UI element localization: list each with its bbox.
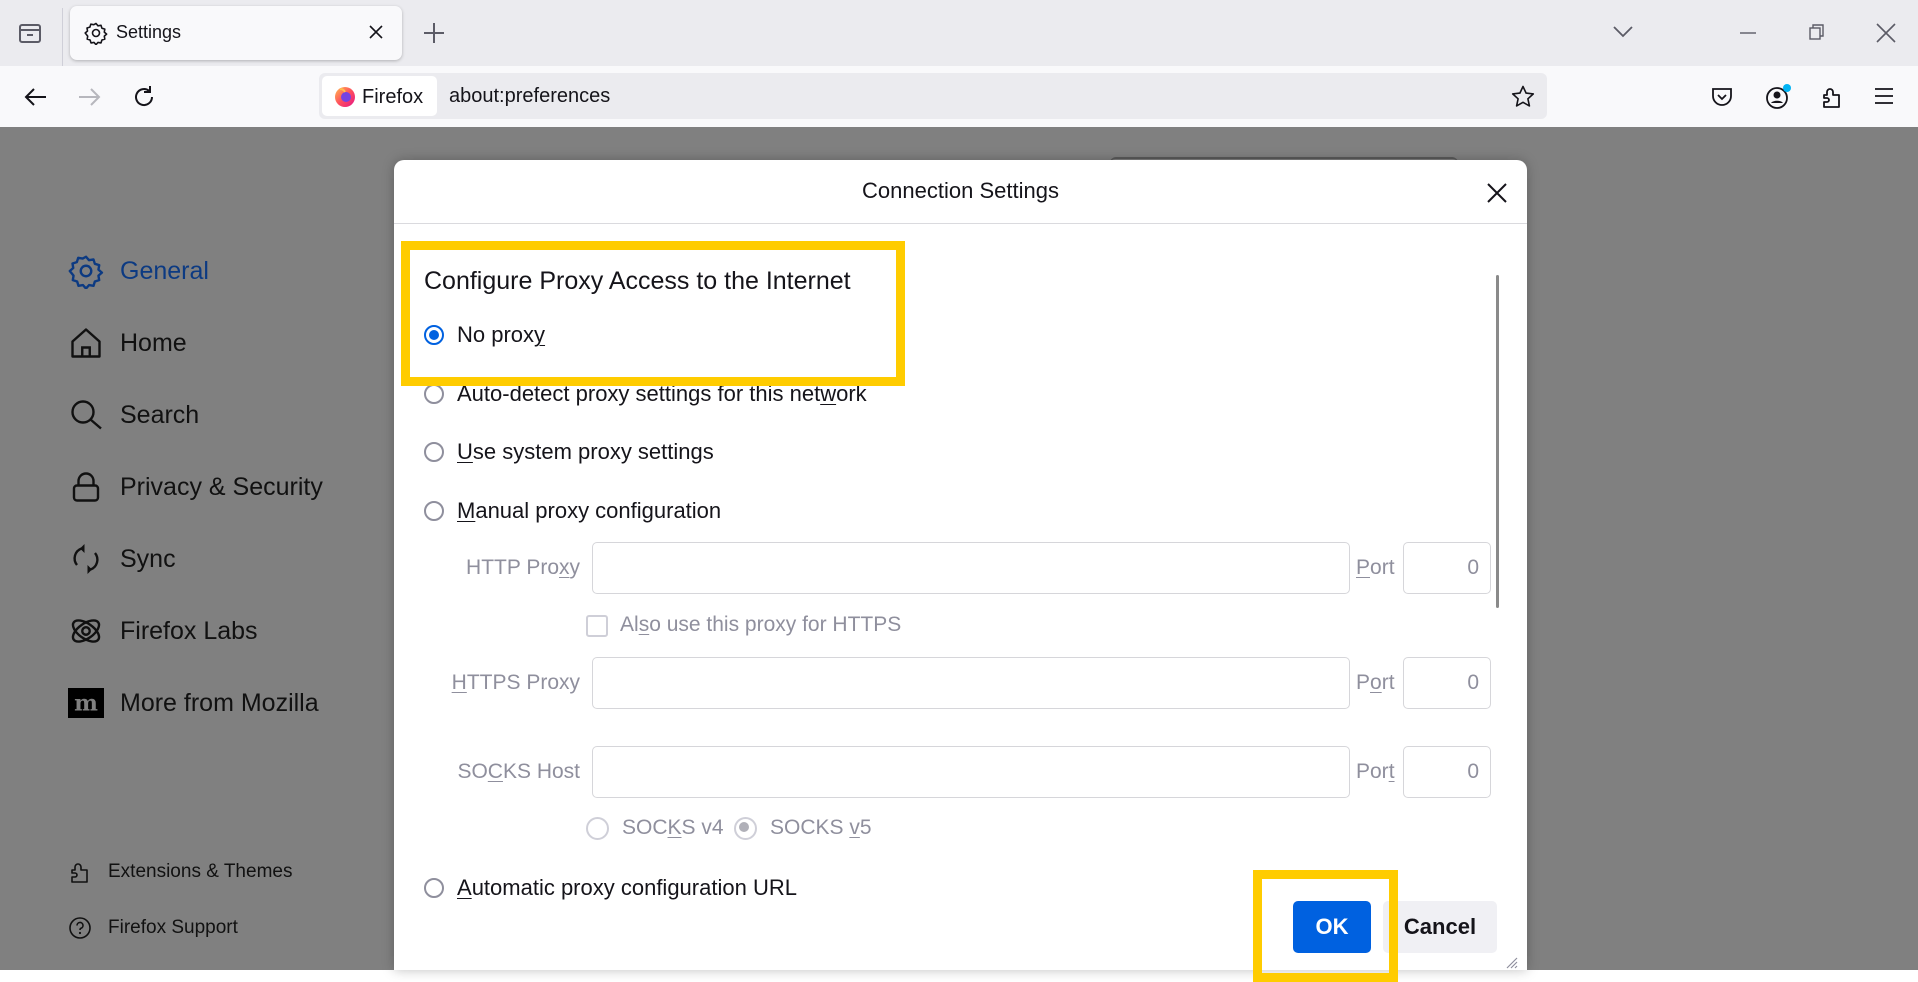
https-port-label: Port: [1356, 671, 1395, 694]
socks-port-input[interactable]: 0: [1403, 746, 1491, 798]
radio-button[interactable]: [424, 442, 444, 462]
sidebar-item-sync[interactable]: Sync: [68, 539, 176, 579]
radio-auto-config-url[interactable]: Automatic proxy configuration URL: [424, 875, 797, 901]
url-text[interactable]: about:preferences: [449, 85, 610, 108]
radio-button[interactable]: [586, 816, 609, 840]
radio-manual-proxy[interactable]: Manual proxy configuration: [424, 498, 721, 524]
sidebar-item-label: More from Mozilla: [120, 688, 319, 717]
http-proxy-input[interactable]: [592, 542, 1350, 594]
account-icon[interactable]: [1764, 83, 1792, 116]
bookmark-star-icon[interactable]: [1510, 84, 1536, 115]
sidebar-item-firefox-labs[interactable]: Firefox Labs: [68, 611, 258, 651]
close-dialog-icon[interactable]: [1484, 180, 1510, 206]
also-use-for-https-label: Also use this proxy for HTTPS: [620, 613, 902, 636]
sidebar-item-home[interactable]: Home: [68, 323, 187, 363]
forward-arrow-icon: [76, 85, 102, 114]
http-port-input[interactable]: 0: [1403, 542, 1491, 594]
close-window-icon[interactable]: [1875, 22, 1897, 49]
sidebar-item-label: Sync: [120, 544, 176, 573]
reload-icon[interactable]: [131, 84, 157, 115]
mozilla-logo-icon: m: [68, 688, 104, 718]
https-port-input[interactable]: 0: [1403, 657, 1491, 709]
radio-label: Use system proxy settings: [457, 439, 714, 464]
http-port-label: Port: [1356, 556, 1395, 579]
socks-host-label: SOCKS Host: [457, 760, 580, 783]
puzzle-icon: [71, 863, 88, 883]
sidebar-footer-label: Extensions & Themes: [108, 861, 293, 882]
search-icon: [71, 400, 102, 430]
svg-text:m: m: [74, 691, 98, 717]
lock-icon: [72, 472, 100, 502]
radio-socks-v4[interactable]: SOCKS v4: [586, 816, 724, 840]
section-title: Configure Proxy Access to the Internet: [424, 267, 851, 295]
resize-grip-icon[interactable]: [1502, 953, 1518, 969]
gear-icon: [84, 21, 108, 46]
pocket-icon[interactable]: [1710, 85, 1734, 114]
back-arrow-icon[interactable]: [23, 85, 49, 114]
connection-settings-dialog: Connection Settings Configure Proxy Acce…: [394, 160, 1527, 970]
sidebar-item-label: Privacy & Security: [120, 472, 323, 501]
radio-button[interactable]: [424, 325, 444, 345]
close-tab-icon[interactable]: [366, 22, 386, 42]
bottom-edge: [0, 970, 1918, 982]
radio-button[interactable]: [734, 816, 757, 840]
firefox-view-icon[interactable]: [17, 21, 43, 45]
identity-label: Firefox: [362, 86, 424, 108]
identity-box[interactable]: Firefox: [322, 76, 437, 116]
dialog-scrollbar[interactable]: [1496, 275, 1499, 608]
firefox-logo-icon: [334, 85, 356, 112]
hamburger-menu-icon[interactable]: [1873, 86, 1895, 111]
sidebar-footer-extensions-themes[interactable]: Extensions & Themes: [68, 852, 292, 892]
radio-label: Automatic proxy configuration URL: [457, 875, 797, 900]
help-icon: [69, 917, 91, 939]
minimize-icon[interactable]: [1738, 24, 1758, 49]
radio-button[interactable]: [424, 501, 444, 521]
atom-icon: [71, 619, 101, 643]
tab-divider: [62, 8, 63, 66]
ok-button[interactable]: OK: [1293, 901, 1371, 953]
radio-auto-detect[interactable]: Auto-detect proxy settings for this netw…: [424, 381, 867, 407]
sidebar-footer-firefox-support[interactable]: Firefox Support: [68, 908, 238, 948]
tab-settings[interactable]: Settings: [70, 6, 402, 60]
sidebar-item-search[interactable]: Search: [68, 395, 199, 435]
radio-label: SOCKS v4: [622, 816, 724, 839]
also-use-for-https-checkbox[interactable]: [586, 615, 608, 637]
sidebar-item-label: General: [120, 256, 209, 285]
sidebar-item-privacy-security[interactable]: Privacy & Security: [68, 467, 323, 507]
dialog-header-divider: [394, 223, 1527, 224]
radio-label: Manual proxy configuration: [457, 498, 722, 523]
radio-button[interactable]: [424, 384, 444, 404]
extensions-puzzle-icon[interactable]: [1820, 84, 1844, 115]
https-proxy-input[interactable]: [592, 657, 1350, 709]
restore-icon[interactable]: [1807, 22, 1827, 47]
radio-label: No proxy: [457, 322, 546, 347]
sidebar-item-more-from-mozilla[interactable]: m More from Mozilla: [68, 683, 319, 723]
sidebar-footer-label: Firefox Support: [108, 917, 238, 938]
sidebar-item-general[interactable]: General: [68, 251, 209, 291]
gear-icon: [68, 255, 104, 289]
radio-system-proxy[interactable]: Use system proxy settings: [424, 439, 714, 465]
tab-title: Settings: [116, 22, 182, 42]
sidebar-item-label: Search: [120, 400, 200, 429]
radio-socks-v5[interactable]: SOCKS v5: [734, 816, 872, 840]
sync-icon: [73, 544, 99, 574]
sidebar-item-label: Home: [120, 328, 187, 357]
socks-host-input[interactable]: [592, 746, 1350, 798]
radio-label: SOCKS v5: [770, 816, 872, 839]
new-tab-button[interactable]: [421, 20, 447, 51]
cancel-button[interactable]: Cancel: [1383, 901, 1497, 953]
radio-no-proxy[interactable]: No proxy: [424, 322, 545, 348]
radio-label: Auto-detect proxy settings for this netw…: [457, 381, 867, 406]
sidebar-item-label: Firefox Labs: [120, 616, 258, 645]
http-proxy-label: HTTP Proxy: [466, 556, 580, 579]
radio-button[interactable]: [424, 878, 444, 898]
https-proxy-label: HTTPS Proxy: [451, 671, 580, 694]
list-all-tabs-chevron-down-icon[interactable]: [1611, 22, 1635, 47]
socks-port-label: Port: [1356, 760, 1395, 783]
home-icon: [71, 328, 101, 358]
dialog-title: Connection Settings: [862, 178, 1059, 203]
